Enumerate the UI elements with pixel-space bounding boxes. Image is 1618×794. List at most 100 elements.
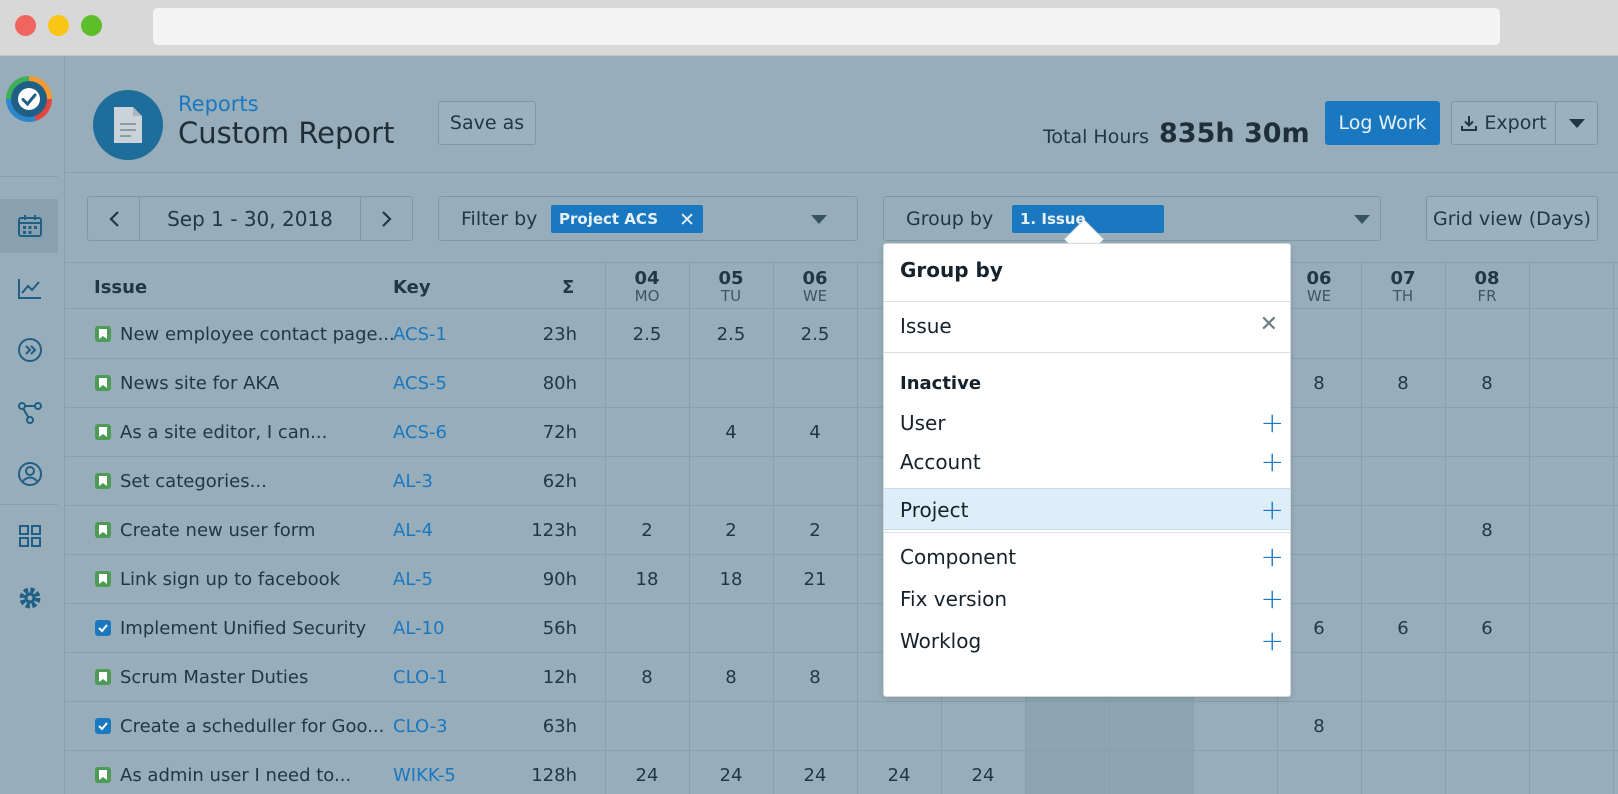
minimize-window-button[interactable] (48, 15, 69, 36)
hours-cell[interactable]: 2.5 (605, 324, 689, 345)
calendar-icon[interactable] (16, 212, 44, 240)
issue-key-link[interactable]: ACS-5 (393, 373, 447, 394)
hours-cell[interactable]: 4 (773, 422, 857, 443)
day-column-header[interactable]: 07 TH (1361, 268, 1445, 305)
hours-cell[interactable]: 2.5 (689, 324, 773, 345)
hours-cell[interactable]: 24 (941, 765, 1025, 786)
breadcrumb-reports[interactable]: Reports (178, 92, 259, 116)
hours-cell[interactable]: 8 (605, 667, 689, 688)
filter-by-field[interactable]: Filter by Project ACS ✕ (438, 196, 858, 241)
close-window-button[interactable] (15, 15, 36, 36)
day-column-header[interactable]: 05TU (689, 268, 773, 305)
grid-view-button[interactable]: Grid view (Days) (1426, 196, 1598, 241)
hours-cell[interactable]: 8 (773, 667, 857, 688)
hours-cell[interactable]: 24 (605, 765, 689, 786)
hours-cell[interactable]: 6 (1361, 618, 1445, 639)
day-column-header[interactable]: 08 FR (1445, 268, 1529, 305)
maximize-window-button[interactable] (81, 15, 102, 36)
hours-cell[interactable]: 24 (857, 765, 941, 786)
issue-summary[interactable]: Link sign up to facebook (120, 569, 340, 590)
issue-key-link[interactable]: AL-10 (393, 618, 444, 639)
table-row[interactable]: As a site editor, I can... ACS-6 72h 4 4 (65, 408, 1618, 457)
issue-key-link[interactable]: AL-5 (393, 569, 433, 590)
day-column-header[interactable]: 04 MO (605, 268, 689, 305)
issue-summary[interactable]: Set categories... (120, 471, 267, 492)
group-option-account[interactable]: Account + (884, 441, 1290, 483)
hours-cell[interactable]: 2.5 (773, 324, 857, 345)
group-by-field[interactable]: Group by 1. Issue (883, 196, 1381, 241)
table-row[interactable]: New employee contact page... ACS-1 23h 2.5 2… (65, 310, 1618, 359)
column-header-issue[interactable]: Issue (94, 277, 147, 298)
apps-grid-icon[interactable] (16, 522, 44, 550)
active-group-issue[interactable]: Issue (900, 314, 952, 338)
table-row[interactable]: As admin user I need to... WIKK-5 128h 24 24… (65, 751, 1618, 794)
save-as-button[interactable]: Save as (438, 101, 536, 145)
issue-summary[interactable]: Create a scheduller for Goo... (120, 716, 384, 737)
group-option-worklog[interactable]: Worklog + (884, 620, 1290, 662)
plus-icon[interactable]: + (1261, 406, 1284, 439)
log-work-button[interactable]: Log Work (1325, 101, 1440, 145)
table-row[interactable]: News site for AKAACS-580h8888 (65, 359, 1618, 408)
hours-cell[interactable]: 4 (689, 422, 773, 443)
hours-cell[interactable]: 24 (773, 765, 857, 786)
remove-group-icon[interactable]: ✕ (1260, 312, 1278, 337)
issue-summary[interactable]: Create new user form (120, 520, 315, 541)
hours-cell[interactable]: 2 (773, 520, 857, 541)
group-option-fix-version[interactable]: Fix version + (884, 578, 1290, 620)
chart-line-icon[interactable] (16, 274, 44, 302)
plus-icon[interactable]: + (1261, 445, 1284, 478)
day-column-header[interactable]: 06 WE (773, 268, 857, 305)
hours-cell[interactable]: 8 (1445, 373, 1529, 394)
hours-cell[interactable]: 21 (773, 569, 857, 590)
issue-summary[interactable]: New employee contact page... (120, 324, 395, 345)
issue-key-link[interactable]: CLO-3 (393, 716, 448, 737)
gear-icon[interactable] (16, 584, 44, 612)
hours-cell[interactable]: 24 (689, 765, 773, 786)
hours-cell[interactable]: 18 (605, 569, 689, 590)
issue-key-link[interactable]: CLO-1 (393, 667, 448, 688)
column-header-sum[interactable]: Σ (562, 277, 574, 298)
user-circle-icon[interactable] (16, 460, 44, 488)
plus-icon[interactable]: + (1261, 493, 1284, 526)
hours-cell[interactable]: 6 (1445, 618, 1529, 639)
date-range-label[interactable]: Sep 1 - 30, 2018 (140, 197, 360, 240)
table-row[interactable]: Create a scheduller for Goo... CLO-3 63h 8 (65, 702, 1618, 751)
app-logo[interactable] (6, 76, 52, 122)
filter-chip-project[interactable]: Project ACS ✕ (551, 205, 703, 233)
export-menu-toggle[interactable] (1555, 101, 1598, 145)
group-dropdown-caret-icon[interactable] (1354, 215, 1370, 224)
forward-circle-icon[interactable] (16, 336, 44, 364)
plus-icon[interactable]: + (1261, 540, 1284, 573)
table-row[interactable]: Scrum Master Duties CLO-1 12h 8 8 8 (65, 653, 1618, 702)
group-option-component[interactable]: Component + (884, 536, 1290, 578)
issue-summary[interactable]: Scrum Master Duties (120, 667, 308, 688)
table-row[interactable]: Set categories... AL-3 62h (65, 457, 1618, 506)
remove-filter-icon[interactable]: ✕ (679, 209, 695, 231)
hours-cell[interactable]: 8 (1445, 520, 1529, 541)
hours-cell[interactable]: 2 (689, 520, 773, 541)
hours-cell[interactable]: 8 (689, 667, 773, 688)
group-option-project[interactable]: Project + (884, 488, 1290, 530)
issue-key-link[interactable]: ACS-1 (393, 324, 447, 345)
hours-cell[interactable]: 8 (1361, 373, 1445, 394)
table-row[interactable]: Link sign up to facebook AL-5 90h 18 18 21 (65, 555, 1618, 604)
export-button[interactable]: Export (1451, 101, 1556, 145)
network-icon[interactable] (16, 398, 44, 426)
address-bar[interactable] (153, 8, 1500, 45)
next-period-button[interactable] (360, 197, 412, 240)
issue-key-link[interactable]: WIKK-5 (393, 765, 456, 786)
filter-dropdown-caret-icon[interactable] (811, 215, 827, 224)
table-row[interactable]: Implement Unified SecurityAL-1056h6666 (65, 604, 1618, 653)
issue-summary[interactable]: As admin user I need to... (120, 765, 351, 786)
issue-summary[interactable]: News site for AKA (120, 373, 279, 394)
plus-icon[interactable]: + (1261, 582, 1284, 615)
previous-period-button[interactable] (88, 197, 140, 240)
plus-icon[interactable]: + (1261, 624, 1284, 657)
hours-cell[interactable]: 18 (689, 569, 773, 590)
group-option-user[interactable]: User + (884, 402, 1290, 444)
table-row[interactable]: Create new user formAL-4123h22288 (65, 506, 1618, 555)
issue-key-link[interactable]: ACS-6 (393, 422, 447, 443)
issue-summary[interactable]: Implement Unified Security (120, 618, 366, 639)
issue-key-link[interactable]: AL-3 (393, 471, 433, 492)
hours-cell[interactable]: 8 (1277, 716, 1361, 737)
